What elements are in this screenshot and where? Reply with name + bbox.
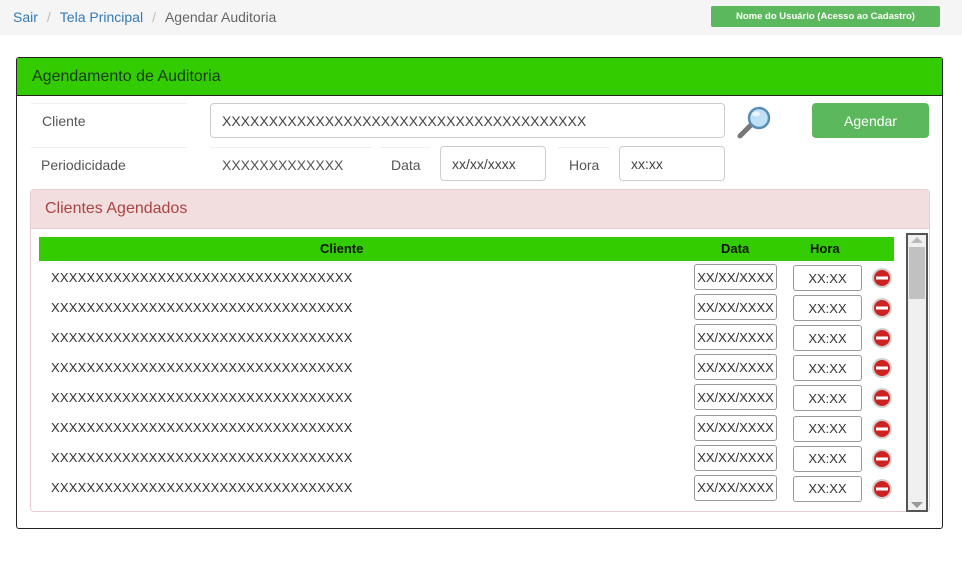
hora-input[interactable]: xx:xx	[619, 146, 725, 181]
scheduled-clients-title: Clientes Agendados	[31, 190, 929, 229]
column-header-data: Data	[721, 241, 750, 256]
row-hora-field[interactable]: XX:XX	[793, 355, 862, 382]
column-header-hora: Hora	[810, 241, 840, 256]
user-account-button[interactable]: Nome do Usuário (Acesso ao Cadastro)	[711, 6, 940, 27]
remove-icon[interactable]	[871, 327, 893, 349]
row-data-field[interactable]: XX/XX/XXXX	[694, 294, 777, 321]
row-hora-field[interactable]: XX:XX	[793, 415, 862, 442]
row-hora-field[interactable]: XX:XX	[793, 265, 862, 291]
agendar-button[interactable]: Agendar	[812, 103, 929, 138]
remove-icon[interactable]	[871, 297, 893, 319]
data-input[interactable]: xx/xx/xxxx	[440, 146, 546, 181]
remove-icon[interactable]	[871, 357, 893, 379]
table-header: Cliente Data Hora	[39, 237, 894, 261]
row-cliente: XXXXXXXXXXXXXXXXXXXXXXXXXXXXXXXXXX	[51, 359, 353, 375]
row-data-field[interactable]: XX/XX/XXXX	[694, 474, 777, 501]
row-data-field[interactable]: XX/XX/XXXX	[694, 444, 777, 471]
row-hora-field[interactable]: XX:XX	[793, 475, 862, 502]
row-data-field[interactable]: XX/XX/XXXX	[694, 354, 777, 381]
remove-icon[interactable]	[871, 267, 893, 289]
remove-icon[interactable]	[871, 448, 893, 470]
row-cliente: XXXXXXXXXXXXXXXXXXXXXXXXXXXXXXXXXX	[51, 299, 353, 315]
row-cliente: XXXXXXXXXXXXXXXXXXXXXXXXXXXXXXXXXX	[51, 389, 353, 405]
row-cliente: XXXXXXXXXXXXXXXXXXXXXXXXXXXXXXXXXX	[51, 450, 353, 466]
breadcrumb-separator: /	[152, 9, 156, 25]
remove-icon[interactable]	[871, 478, 893, 500]
row-hora-field[interactable]: XX:XX	[793, 325, 862, 352]
top-bar: Sair / Tela Principal / Agendar Auditori…	[0, 0, 962, 35]
breadcrumb: Sair / Tela Principal / Agendar Auditori…	[13, 9, 276, 25]
breadcrumb-tela-principal-link[interactable]: Tela Principal	[60, 9, 143, 25]
periodicidade-value[interactable]: XXXXXXXXXXXXX	[210, 147, 372, 181]
cliente-label: Cliente	[31, 103, 187, 137]
row-data-field[interactable]: XX/XX/XXXX	[694, 264, 777, 290]
row-cliente: XXXXXXXXXXXXXXXXXXXXXXXXXXXXXXXXXX	[51, 269, 353, 285]
scheduling-panel: Agendamento de Auditoria Cliente XXXXXXX…	[16, 57, 943, 529]
row-data-field[interactable]: XX/XX/XXXX	[694, 414, 777, 441]
cliente-input[interactable]: XXXXXXXXXXXXXXXXXXXXXXXXXXXXXXXXXXXXXXX	[210, 103, 725, 138]
periodicidade-label: Periodicidade	[31, 147, 187, 181]
row-cliente: XXXXXXXXXXXXXXXXXXXXXXXXXXXXXXXXXX	[51, 480, 353, 496]
column-header-cliente: Cliente	[320, 241, 364, 256]
remove-icon[interactable]	[871, 387, 893, 409]
table-scrollbar[interactable]	[906, 233, 928, 512]
breadcrumb-separator: /	[46, 9, 51, 25]
row-hora-field[interactable]: XX:XX	[793, 445, 862, 472]
breadcrumb-current: Agendar Auditoria	[164, 9, 277, 25]
hora-label: Hora	[558, 147, 610, 181]
remove-icon[interactable]	[871, 418, 893, 440]
scroll-down-arrow[interactable]	[911, 502, 923, 508]
row-data-field[interactable]: XX/XX/XXXX	[694, 384, 777, 411]
search-icon[interactable]	[735, 105, 773, 141]
row-cliente: XXXXXXXXXXXXXXXXXXXXXXXXXXXXXXXXXX	[51, 420, 353, 435]
panel-title: Agendamento de Auditoria	[17, 58, 942, 96]
row-hora-field[interactable]: XX:XX	[793, 295, 862, 322]
scroll-thumb[interactable]	[909, 247, 925, 299]
row-cliente: XXXXXXXXXXXXXXXXXXXXXXXXXXXXXXXXXX	[51, 329, 353, 345]
scroll-up-arrow[interactable]	[911, 237, 923, 243]
row-hora-field[interactable]: XX:XX	[793, 385, 862, 412]
row-data-field[interactable]: XX/XX/XXXX	[694, 324, 777, 351]
breadcrumb-sair-link[interactable]: Sair	[13, 9, 38, 25]
data-label: Data	[380, 147, 430, 181]
